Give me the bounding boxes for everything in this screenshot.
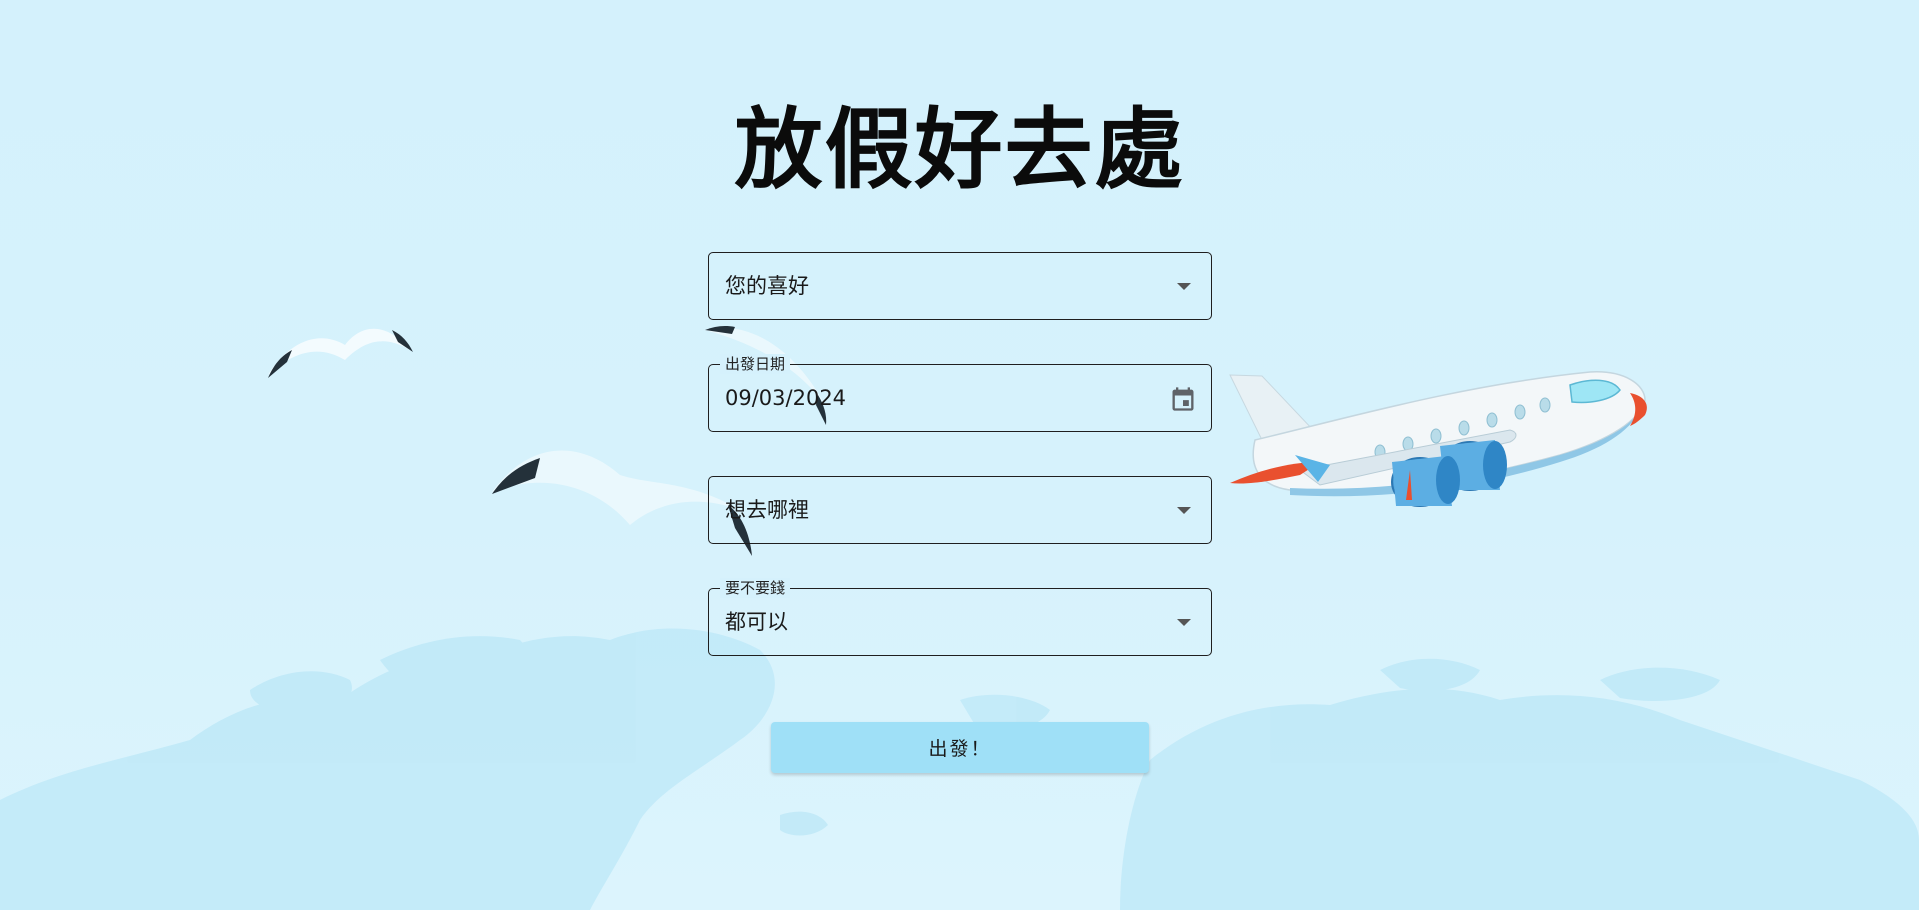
destination-placeholder: 想去哪裡 xyxy=(725,498,809,522)
departure-date-field[interactable]: 出發日期 09/03/2024 xyxy=(708,354,1212,432)
page-title: 放假好去處 xyxy=(734,98,1185,201)
destination-select[interactable]: 想去哪裡 xyxy=(708,476,1212,544)
chevron-down-icon xyxy=(1177,507,1191,514)
calendar-icon[interactable] xyxy=(1169,385,1197,413)
preference-select[interactable]: 您的喜好 xyxy=(708,252,1212,320)
seagull-1 xyxy=(268,328,413,378)
budget-value: 都可以 xyxy=(725,610,788,634)
chevron-down-icon xyxy=(1177,619,1191,626)
budget-select[interactable]: 要不要錢 都可以 xyxy=(708,578,1212,656)
airplane-engines xyxy=(1391,440,1507,507)
departure-date-value: 09/03/2024 xyxy=(725,386,847,410)
airplane xyxy=(1229,371,1647,507)
chevron-down-icon xyxy=(1177,283,1191,290)
submit-button[interactable]: 出發！ xyxy=(771,722,1149,773)
preference-placeholder: 您的喜好 xyxy=(725,274,809,298)
